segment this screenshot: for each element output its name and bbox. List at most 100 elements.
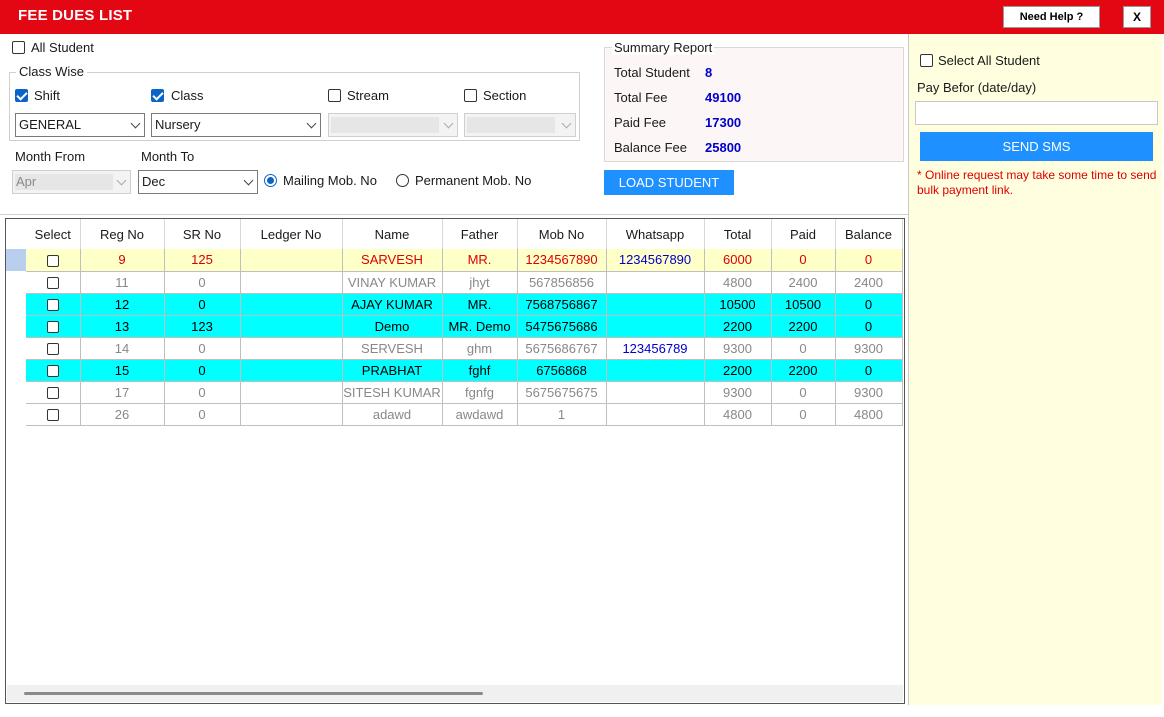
select-all-student-checkbox[interactable] bbox=[920, 54, 933, 67]
table-row[interactable]: 26 0 adawd awdawd 1 4800 0 4800 bbox=[6, 403, 903, 426]
paid-fee-value: 17300 bbox=[705, 115, 742, 130]
row-select-checkbox[interactable] bbox=[46, 365, 59, 378]
table-row[interactable]: 9 125 SARVESH MR. 1234567890 1234567890 6000 0 0 bbox=[6, 249, 903, 272]
class-select[interactable]: Nursery bbox=[151, 113, 321, 137]
cell-balance: 9300 bbox=[835, 337, 903, 360]
need-help-button[interactable]: Need Help ? bbox=[1003, 6, 1100, 28]
mailing-mob-radio[interactable] bbox=[264, 174, 277, 187]
table-row[interactable]: 17 0 SITESH KUMAR fgnfg 5675675675 9300 0 9300 bbox=[6, 381, 903, 404]
table-row[interactable]: 15 0 PRABHAT fghf 6756868 2200 2200 0 bbox=[6, 359, 903, 382]
select-cell[interactable] bbox=[26, 249, 81, 272]
cell-whatsapp bbox=[606, 293, 705, 316]
chevron-down-icon bbox=[116, 175, 127, 186]
scrollbar-thumb[interactable] bbox=[24, 692, 483, 695]
row-header[interactable] bbox=[6, 271, 26, 293]
shift-checkbox[interactable] bbox=[15, 89, 28, 102]
table-row[interactable]: 11 0 VINAY KUMAR jhyt 567856856 4800 2400 2400 bbox=[6, 271, 903, 294]
row-select-checkbox[interactable] bbox=[46, 409, 59, 422]
cell-father: ghm bbox=[442, 337, 518, 360]
select-cell[interactable] bbox=[26, 293, 81, 316]
select-cell[interactable] bbox=[26, 315, 81, 338]
col-header[interactable]: Father bbox=[442, 219, 518, 249]
select-cell[interactable] bbox=[26, 359, 81, 382]
col-header[interactable]: Mob No bbox=[517, 219, 607, 249]
select-cell[interactable] bbox=[26, 337, 81, 360]
row-header[interactable] bbox=[6, 381, 26, 403]
horizontal-scrollbar[interactable] bbox=[7, 685, 903, 702]
table-row[interactable]: 13 123 Demo MR. Demo 5475675686 2200 2200 0 bbox=[6, 315, 903, 338]
cell-reg-no: 15 bbox=[80, 359, 165, 382]
select-cell[interactable] bbox=[26, 271, 81, 294]
cell-sr-no: 0 bbox=[164, 271, 241, 294]
row-select-checkbox[interactable] bbox=[46, 387, 59, 400]
close-button[interactable]: X bbox=[1123, 6, 1151, 28]
table-row[interactable]: 12 0 AJAY KUMAR MR. 7568756867 10500 10500 0 bbox=[6, 293, 903, 316]
cell-total: 6000 bbox=[704, 249, 772, 272]
row-select-checkbox[interactable] bbox=[46, 299, 59, 312]
col-header[interactable]: Reg No bbox=[80, 219, 165, 249]
cell-name: PRABHAT bbox=[342, 359, 443, 382]
shift-select[interactable]: GENERAL bbox=[15, 113, 145, 137]
cell-whatsapp bbox=[606, 271, 705, 294]
all-student-checkbox[interactable] bbox=[12, 41, 25, 54]
row-select-checkbox[interactable] bbox=[46, 343, 59, 356]
row-header[interactable] bbox=[6, 293, 26, 315]
cell-ledger-no bbox=[240, 315, 343, 338]
section-checkbox[interactable] bbox=[464, 89, 477, 102]
cell-whatsapp bbox=[606, 381, 705, 404]
col-header[interactable]: Ledger No bbox=[240, 219, 343, 249]
chevron-down-icon bbox=[130, 118, 141, 129]
row-select-checkbox[interactable] bbox=[46, 254, 59, 267]
cell-father: MR. bbox=[442, 293, 518, 316]
col-header[interactable]: Name bbox=[342, 219, 443, 249]
select-cell[interactable] bbox=[26, 381, 81, 404]
select-cell[interactable] bbox=[26, 403, 81, 426]
row-header[interactable] bbox=[6, 337, 26, 359]
balance-fee-value: 25800 bbox=[705, 140, 742, 155]
row-header[interactable] bbox=[6, 359, 26, 381]
col-header[interactable]: Whatsapp bbox=[606, 219, 705, 249]
month-to-label: Month To bbox=[141, 149, 195, 164]
pay-before-input[interactable] bbox=[915, 101, 1158, 125]
cell-mob-no: 6756868 bbox=[517, 359, 607, 382]
cell-mob-no: 1 bbox=[517, 403, 607, 426]
month-to-value: Dec bbox=[142, 174, 166, 189]
row-header[interactable] bbox=[6, 249, 26, 271]
fee-dues-grid[interactable]: Select Reg No SR No Ledger No Name Fathe… bbox=[5, 218, 905, 704]
cell-paid: 0 bbox=[771, 403, 836, 426]
cell-paid: 0 bbox=[771, 381, 836, 404]
col-header[interactable]: SR No bbox=[164, 219, 241, 249]
send-sms-button[interactable]: SEND SMS bbox=[920, 132, 1153, 161]
section-select-value-box bbox=[467, 117, 555, 133]
section-select[interactable] bbox=[464, 113, 576, 137]
cell-balance: 0 bbox=[835, 359, 903, 382]
row-select-checkbox[interactable] bbox=[46, 321, 59, 334]
class-label: Class bbox=[171, 88, 204, 103]
cell-whatsapp: 123456789 bbox=[606, 337, 705, 360]
col-header[interactable]: Total bbox=[704, 219, 772, 249]
class-checkbox[interactable] bbox=[151, 89, 164, 102]
cell-ledger-no bbox=[240, 271, 343, 294]
shift-select-value: GENERAL bbox=[19, 117, 82, 132]
month-from-select[interactable]: Apr bbox=[12, 170, 131, 194]
stream-checkbox[interactable] bbox=[328, 89, 341, 102]
chevron-down-icon bbox=[243, 175, 254, 186]
cell-whatsapp bbox=[606, 359, 705, 382]
row-header[interactable] bbox=[6, 315, 26, 337]
row-header[interactable] bbox=[6, 403, 26, 425]
cell-sr-no: 0 bbox=[164, 293, 241, 316]
cell-reg-no: 13 bbox=[80, 315, 165, 338]
month-to-select[interactable]: Dec bbox=[138, 170, 258, 194]
balance-fee-label: Balance Fee bbox=[614, 140, 687, 155]
col-header[interactable]: Balance bbox=[835, 219, 903, 249]
stream-select[interactable] bbox=[328, 113, 458, 137]
col-header[interactable]: Paid bbox=[771, 219, 836, 249]
col-header[interactable]: Select bbox=[26, 219, 81, 249]
table-row[interactable]: 14 0 SERVESH ghm 5675686767 123456789 9300 0 930… bbox=[6, 337, 903, 360]
row-select-checkbox[interactable] bbox=[46, 277, 59, 290]
cell-whatsapp bbox=[606, 403, 705, 426]
cell-whatsapp: 1234567890 bbox=[606, 249, 705, 272]
load-student-button[interactable]: LOAD STUDENT bbox=[604, 170, 734, 195]
permanent-mob-radio[interactable] bbox=[396, 174, 409, 187]
cell-father: MR. Demo bbox=[442, 315, 518, 338]
